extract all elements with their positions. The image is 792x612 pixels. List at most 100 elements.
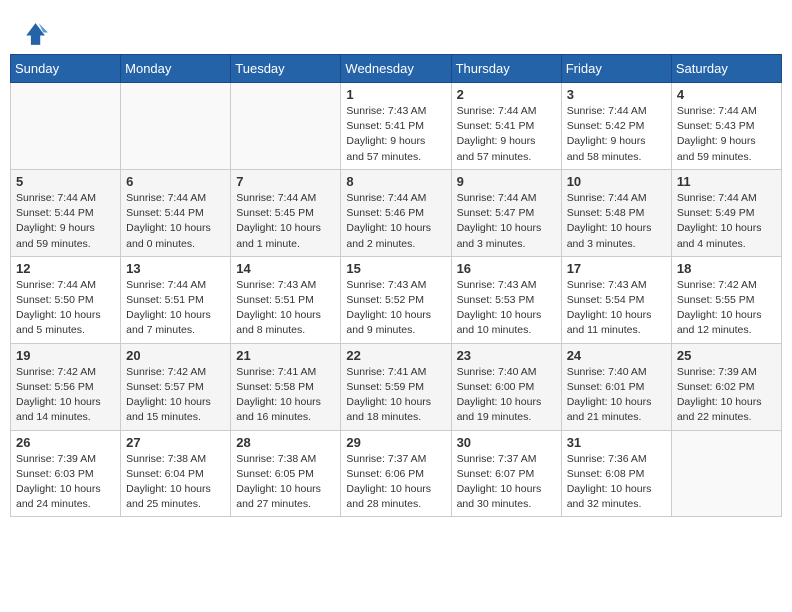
logo-icon bbox=[20, 20, 48, 48]
day-info: Sunrise: 7:41 AM Sunset: 5:59 PM Dayligh… bbox=[346, 365, 445, 426]
day-info: Sunrise: 7:44 AM Sunset: 5:46 PM Dayligh… bbox=[346, 191, 445, 252]
day-number: 1 bbox=[346, 87, 445, 102]
day-number: 12 bbox=[16, 261, 115, 276]
day-of-week-header: Wednesday bbox=[341, 55, 451, 83]
day-info: Sunrise: 7:36 AM Sunset: 6:08 PM Dayligh… bbox=[567, 452, 666, 513]
calendar-cell: 8 Sunrise: 7:44 AM Sunset: 5:46 PM Daylig… bbox=[341, 169, 451, 256]
day-number: 25 bbox=[677, 348, 776, 363]
day-info: Sunrise: 7:40 AM Sunset: 6:00 PM Dayligh… bbox=[457, 365, 556, 426]
calendar-cell: 5 Sunrise: 7:44 AM Sunset: 5:44 PM Daylig… bbox=[11, 169, 121, 256]
day-info: Sunrise: 7:44 AM Sunset: 5:41 PM Dayligh… bbox=[457, 104, 556, 165]
day-info: Sunrise: 7:44 AM Sunset: 5:51 PM Dayligh… bbox=[126, 278, 225, 339]
day-info: Sunrise: 7:42 AM Sunset: 5:55 PM Dayligh… bbox=[677, 278, 776, 339]
calendar-cell: 4Sunrise: 7:44 AM Sunset: 5:43 PM Daylig… bbox=[671, 83, 781, 170]
calendar-cell: 21 Sunrise: 7:41 AM Sunset: 5:58 PM Dayli… bbox=[231, 343, 341, 430]
calendar-cell bbox=[671, 430, 781, 517]
calendar-cell: 30Sunrise: 7:37 AM Sunset: 6:07 PM Dayli… bbox=[451, 430, 561, 517]
calendar-cell: 1 Sunrise: 7:43 AM Sunset: 5:41 PM Daylig… bbox=[341, 83, 451, 170]
calendar-table: SundayMondayTuesdayWednesdayThursdayFrid… bbox=[10, 54, 782, 517]
day-of-week-header: Thursday bbox=[451, 55, 561, 83]
day-info: Sunrise: 7:43 AM Sunset: 5:41 PM Dayligh… bbox=[346, 104, 445, 165]
calendar-cell: 19 Sunrise: 7:42 AM Sunset: 5:56 PM Dayli… bbox=[11, 343, 121, 430]
day-of-week-header: Saturday bbox=[671, 55, 781, 83]
day-number: 22 bbox=[346, 348, 445, 363]
day-number: 24 bbox=[567, 348, 666, 363]
calendar-cell: 29 Sunrise: 7:37 AM Sunset: 6:06 PM Dayli… bbox=[341, 430, 451, 517]
calendar-cell: 7 Sunrise: 7:44 AM Sunset: 5:45 PM Daylig… bbox=[231, 169, 341, 256]
calendar-cell: 26 Sunrise: 7:39 AM Sunset: 6:03 PM Dayli… bbox=[11, 430, 121, 517]
day-info: Sunrise: 7:37 AM Sunset: 6:07 PM Dayligh… bbox=[457, 452, 556, 513]
day-of-week-header: Monday bbox=[121, 55, 231, 83]
day-of-week-header: Tuesday bbox=[231, 55, 341, 83]
calendar-cell: 25 Sunrise: 7:39 AM Sunset: 6:02 PM Dayli… bbox=[671, 343, 781, 430]
calendar-week-row: 26 Sunrise: 7:39 AM Sunset: 6:03 PM Dayli… bbox=[11, 430, 782, 517]
logo bbox=[20, 20, 52, 48]
day-info: Sunrise: 7:42 AM Sunset: 5:57 PM Dayligh… bbox=[126, 365, 225, 426]
calendar-cell: 16 Sunrise: 7:43 AM Sunset: 5:53 PM Dayli… bbox=[451, 256, 561, 343]
day-info: Sunrise: 7:40 AM Sunset: 6:01 PM Dayligh… bbox=[567, 365, 666, 426]
calendar-week-row: 5 Sunrise: 7:44 AM Sunset: 5:44 PM Daylig… bbox=[11, 169, 782, 256]
day-number: 31 bbox=[567, 435, 666, 450]
day-number: 18 bbox=[677, 261, 776, 276]
calendar-cell: 14 Sunrise: 7:43 AM Sunset: 5:51 PM Dayli… bbox=[231, 256, 341, 343]
calendar-cell: 12 Sunrise: 7:44 AM Sunset: 5:50 PM Dayli… bbox=[11, 256, 121, 343]
day-info: Sunrise: 7:42 AM Sunset: 5:56 PM Dayligh… bbox=[16, 365, 115, 426]
day-number: 20 bbox=[126, 348, 225, 363]
calendar-cell: 27 Sunrise: 7:38 AM Sunset: 6:04 PM Dayli… bbox=[121, 430, 231, 517]
day-info: Sunrise: 7:43 AM Sunset: 5:52 PM Dayligh… bbox=[346, 278, 445, 339]
day-info: Sunrise: 7:44 AM Sunset: 5:50 PM Dayligh… bbox=[16, 278, 115, 339]
calendar-cell: 22 Sunrise: 7:41 AM Sunset: 5:59 PM Dayli… bbox=[341, 343, 451, 430]
day-info: Sunrise: 7:38 AM Sunset: 6:04 PM Dayligh… bbox=[126, 452, 225, 513]
day-number: 9 bbox=[457, 174, 556, 189]
calendar-cell: 17Sunrise: 7:43 AM Sunset: 5:54 PM Dayli… bbox=[561, 256, 671, 343]
day-number: 10 bbox=[567, 174, 666, 189]
day-info: Sunrise: 7:44 AM Sunset: 5:45 PM Dayligh… bbox=[236, 191, 335, 252]
day-number: 14 bbox=[236, 261, 335, 276]
day-of-week-header: Friday bbox=[561, 55, 671, 83]
day-info: Sunrise: 7:43 AM Sunset: 5:54 PM Dayligh… bbox=[567, 278, 666, 339]
day-info: Sunrise: 7:43 AM Sunset: 5:53 PM Dayligh… bbox=[457, 278, 556, 339]
calendar-header-row: SundayMondayTuesdayWednesdayThursdayFrid… bbox=[11, 55, 782, 83]
day-info: Sunrise: 7:43 AM Sunset: 5:51 PM Dayligh… bbox=[236, 278, 335, 339]
day-info: Sunrise: 7:38 AM Sunset: 6:05 PM Dayligh… bbox=[236, 452, 335, 513]
calendar-cell: 13 Sunrise: 7:44 AM Sunset: 5:51 PM Dayli… bbox=[121, 256, 231, 343]
day-info: Sunrise: 7:37 AM Sunset: 6:06 PM Dayligh… bbox=[346, 452, 445, 513]
day-info: Sunrise: 7:44 AM Sunset: 5:49 PM Dayligh… bbox=[677, 191, 776, 252]
calendar-cell: 28 Sunrise: 7:38 AM Sunset: 6:05 PM Dayli… bbox=[231, 430, 341, 517]
day-info: Sunrise: 7:44 AM Sunset: 5:47 PM Dayligh… bbox=[457, 191, 556, 252]
day-number: 11 bbox=[677, 174, 776, 189]
day-info: Sunrise: 7:41 AM Sunset: 5:58 PM Dayligh… bbox=[236, 365, 335, 426]
calendar-cell: 6 Sunrise: 7:44 AM Sunset: 5:44 PM Daylig… bbox=[121, 169, 231, 256]
day-number: 27 bbox=[126, 435, 225, 450]
day-info: Sunrise: 7:44 AM Sunset: 5:44 PM Dayligh… bbox=[126, 191, 225, 252]
day-number: 28 bbox=[236, 435, 335, 450]
day-info: Sunrise: 7:44 AM Sunset: 5:44 PM Dayligh… bbox=[16, 191, 115, 252]
day-number: 3 bbox=[567, 87, 666, 102]
calendar-week-row: 19 Sunrise: 7:42 AM Sunset: 5:56 PM Dayli… bbox=[11, 343, 782, 430]
day-number: 8 bbox=[346, 174, 445, 189]
day-info: Sunrise: 7:39 AM Sunset: 6:03 PM Dayligh… bbox=[16, 452, 115, 513]
day-number: 5 bbox=[16, 174, 115, 189]
day-number: 29 bbox=[346, 435, 445, 450]
day-number: 6 bbox=[126, 174, 225, 189]
calendar-cell bbox=[11, 83, 121, 170]
calendar-cell: 23Sunrise: 7:40 AM Sunset: 6:00 PM Dayli… bbox=[451, 343, 561, 430]
day-info: Sunrise: 7:44 AM Sunset: 5:42 PM Dayligh… bbox=[567, 104, 666, 165]
calendar-cell bbox=[121, 83, 231, 170]
day-number: 26 bbox=[16, 435, 115, 450]
day-number: 13 bbox=[126, 261, 225, 276]
day-number: 19 bbox=[16, 348, 115, 363]
day-number: 4 bbox=[677, 87, 776, 102]
calendar-cell: 11 Sunrise: 7:44 AM Sunset: 5:49 PM Dayli… bbox=[671, 169, 781, 256]
day-number: 2 bbox=[457, 87, 556, 102]
day-number: 16 bbox=[457, 261, 556, 276]
calendar-cell: 20 Sunrise: 7:42 AM Sunset: 5:57 PM Dayli… bbox=[121, 343, 231, 430]
day-number: 7 bbox=[236, 174, 335, 189]
day-number: 21 bbox=[236, 348, 335, 363]
day-info: Sunrise: 7:39 AM Sunset: 6:02 PM Dayligh… bbox=[677, 365, 776, 426]
calendar-cell: 18 Sunrise: 7:42 AM Sunset: 5:55 PM Dayli… bbox=[671, 256, 781, 343]
day-info: Sunrise: 7:44 AM Sunset: 5:48 PM Dayligh… bbox=[567, 191, 666, 252]
page-header bbox=[10, 10, 782, 54]
calendar-cell: 2 Sunrise: 7:44 AM Sunset: 5:41 PM Daylig… bbox=[451, 83, 561, 170]
calendar-cell: 9 Sunrise: 7:44 AM Sunset: 5:47 PM Daylig… bbox=[451, 169, 561, 256]
